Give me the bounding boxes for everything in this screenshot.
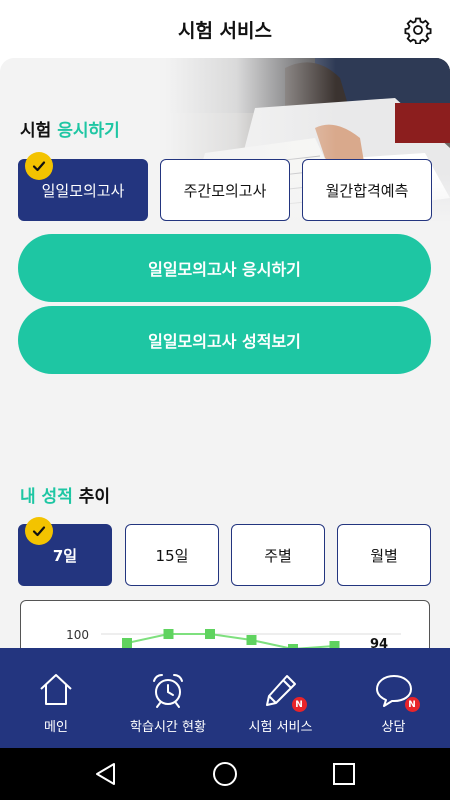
tab-monthly-pass-prediction[interactable]: 월간합격예측 (302, 159, 432, 221)
main-content: 시험 응시하기 일일모의고사 주간모의고사 월간합격예측 일일모의고사 응시하기… (0, 58, 450, 658)
nav-label-exam-service: 시험 서비스 (248, 720, 313, 735)
exam-section-title: 시험 응시하기 (20, 121, 120, 141)
recents-icon[interactable] (330, 760, 358, 788)
take-exam-button[interactable]: 일일모의고사 응시하기 (18, 234, 431, 302)
new-badge: N (404, 697, 420, 712)
new-badge: N (291, 697, 307, 712)
nav-label-consultation: 상담 (381, 720, 406, 735)
data-point (205, 629, 215, 639)
system-nav-bar (0, 748, 450, 800)
nav-label-study-time: 학습시간 현황 (130, 720, 206, 735)
nav-label-main: 메인 (44, 720, 68, 735)
nav-item-consultation[interactable]: N 상담 (337, 648, 450, 748)
nav-item-study-time[interactable]: 학습시간 현황 (112, 648, 224, 748)
view-results-button[interactable]: 일일모의고사 성적보기 (18, 306, 431, 374)
gear-icon[interactable] (404, 16, 432, 44)
check-icon (25, 152, 53, 180)
home-circle-icon[interactable] (211, 760, 239, 788)
tab-weekly-mock-exam[interactable]: 주간모의고사 (160, 159, 290, 221)
data-point (163, 629, 174, 639)
bottom-navigation: 메인 학습시간 현황 N 시험 서비스 N 상담 (0, 648, 450, 748)
data-point (246, 635, 257, 645)
tab-monthly[interactable]: 월별 (337, 524, 431, 586)
check-icon (25, 517, 53, 545)
y-tick-label: 100 (66, 628, 89, 642)
tab-15-days[interactable]: 15일 (125, 524, 219, 586)
tab-daily-mock-exam[interactable]: 일일모의고사 (18, 152, 148, 221)
series-line (126, 633, 335, 651)
nav-item-main[interactable]: 메인 (0, 648, 112, 748)
back-icon[interactable] (92, 760, 120, 788)
score-section-title: 내 성적 추이 (20, 487, 111, 507)
alarm-clock-icon (153, 674, 183, 708)
home-icon (40, 674, 72, 705)
data-point (122, 638, 132, 648)
nav-item-exam-service[interactable]: N 시험 서비스 (224, 648, 337, 748)
tab-7-days[interactable]: 7일 (18, 517, 112, 586)
page-title: 시험 서비스 (177, 20, 272, 42)
tab-weekly[interactable]: 주별 (231, 524, 325, 586)
app-header: 시험 서비스 (0, 0, 450, 60)
